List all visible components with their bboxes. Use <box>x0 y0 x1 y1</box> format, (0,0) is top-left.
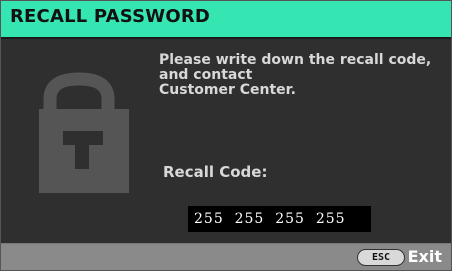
esc-key-icon[interactable]: ESC <box>357 249 405 266</box>
exit-button[interactable]: Exit <box>408 247 442 266</box>
recall-password-dialog: RECALL PASSWORD Please write down the re… <box>0 0 452 271</box>
footer-bar: ESC Exit <box>1 243 451 270</box>
dialog-title: RECALL PASSWORD <box>10 6 211 27</box>
message-line: Please write down the recall code, <box>159 52 432 68</box>
instruction-message: Please write down the recall code, and c… <box>159 53 449 98</box>
title-bar: RECALL PASSWORD <box>1 1 451 39</box>
recall-code-value: 255 255 255 255 <box>188 206 371 232</box>
message-line: Customer Center. <box>159 82 296 98</box>
recall-code-label: Recall Code: <box>163 163 268 181</box>
lock-icon <box>39 72 129 193</box>
message-line: and contact <box>159 67 253 83</box>
